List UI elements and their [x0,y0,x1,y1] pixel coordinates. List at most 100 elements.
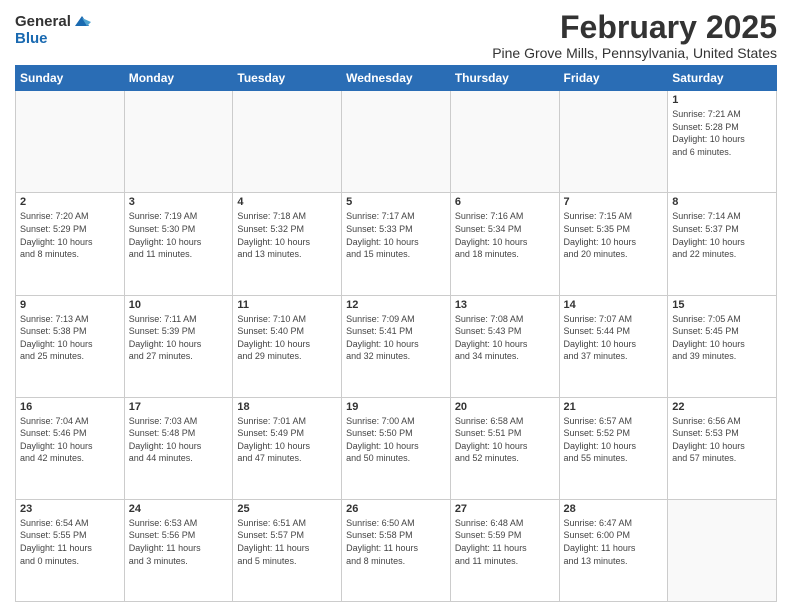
day-info: Sunrise: 6:48 AM Sunset: 5:59 PM Dayligh… [455,517,555,567]
calendar-cell [559,91,668,193]
logo-blue: Blue [15,31,91,48]
calendar-cell: 27 Sunrise: 6:48 AM Sunset: 5:59 PM Dayli… [450,499,559,601]
day-number: 21 [564,401,664,413]
day-info: Sunrise: 6:58 AM Sunset: 5:51 PM Dayligh… [455,415,555,465]
day-info: Sunrise: 7:18 AM Sunset: 5:32 PM Dayligh… [237,210,337,260]
day-info: Sunrise: 6:50 AM Sunset: 5:58 PM Dayligh… [346,517,446,567]
day-number: 9 [20,299,120,311]
calendar-week-row-2: 9 Sunrise: 7:13 AM Sunset: 5:38 PM Daylig… [16,295,777,397]
day-number: 22 [672,401,772,413]
logo-general: General [15,14,71,31]
calendar-cell: 21 Sunrise: 6:57 AM Sunset: 5:52 PM Dayli… [559,397,668,499]
calendar-cell: 14 Sunrise: 7:07 AM Sunset: 5:44 PM Dayli… [559,295,668,397]
calendar-cell: 11 Sunrise: 7:10 AM Sunset: 5:40 PM Dayli… [233,295,342,397]
calendar-week-row-1: 2Sunrise: 7:20 AM Sunset: 5:29 PM Daylig… [16,193,777,295]
day-number: 27 [455,503,555,515]
calendar-cell: 3 Sunrise: 7:19 AM Sunset: 5:30 PM Daylig… [124,193,233,295]
calendar-cell [124,91,233,193]
day-number: 11 [237,299,337,311]
logo: General Blue [15,14,91,47]
day-info: Sunrise: 7:05 AM Sunset: 5:45 PM Dayligh… [672,313,772,363]
calendar-cell: 10 Sunrise: 7:11 AM Sunset: 5:39 PM Dayli… [124,295,233,397]
day-number: 10 [129,299,229,311]
header-tuesday: Tuesday [233,66,342,91]
day-number: 25 [237,503,337,515]
day-info: Sunrise: 7:14 AM Sunset: 5:37 PM Dayligh… [672,210,772,260]
calendar-cell [16,91,125,193]
title-month: February 2025 [492,10,777,45]
day-number: 3 [129,196,229,208]
day-info: Sunrise: 7:20 AM Sunset: 5:29 PM Dayligh… [20,210,120,260]
calendar-cell: 16 Sunrise: 7:04 AM Sunset: 5:46 PM Dayli… [16,397,125,499]
day-info: Sunrise: 7:04 AM Sunset: 5:46 PM Dayligh… [20,415,120,465]
calendar-cell: 20 Sunrise: 6:58 AM Sunset: 5:51 PM Dayli… [450,397,559,499]
title-block: February 2025 Pine Grove Mills, Pennsylv… [492,10,777,61]
page: General Blue February 2025 Pine Grove Mi… [0,0,792,612]
day-number: 14 [564,299,664,311]
calendar-cell: 19Sunrise: 7:00 AM Sunset: 5:50 PM Dayli… [342,397,451,499]
day-info: Sunrise: 6:56 AM Sunset: 5:53 PM Dayligh… [672,415,772,465]
day-info: Sunrise: 7:15 AM Sunset: 5:35 PM Dayligh… [564,210,664,260]
calendar-cell [342,91,451,193]
day-info: Sunrise: 7:21 AM Sunset: 5:28 PM Dayligh… [672,108,772,158]
day-number: 20 [455,401,555,413]
calendar-cell: 12 Sunrise: 7:09 AM Sunset: 5:41 PM Dayli… [342,295,451,397]
day-number: 23 [20,503,120,515]
day-info: Sunrise: 7:16 AM Sunset: 5:34 PM Dayligh… [455,210,555,260]
day-number: 18 [237,401,337,413]
calendar-cell [450,91,559,193]
calendar-cell: 2Sunrise: 7:20 AM Sunset: 5:29 PM Daylig… [16,193,125,295]
calendar-cell: 9 Sunrise: 7:13 AM Sunset: 5:38 PM Daylig… [16,295,125,397]
calendar-cell: 17 Sunrise: 7:03 AM Sunset: 5:48 PM Dayli… [124,397,233,499]
calendar-cell: 18 Sunrise: 7:01 AM Sunset: 5:49 PM Dayli… [233,397,342,499]
calendar-cell: 23 Sunrise: 6:54 AM Sunset: 5:55 PM Dayli… [16,499,125,601]
day-info: Sunrise: 7:10 AM Sunset: 5:40 PM Dayligh… [237,313,337,363]
header-saturday: Saturday [668,66,777,91]
day-number: 17 [129,401,229,413]
day-info: Sunrise: 6:53 AM Sunset: 5:56 PM Dayligh… [129,517,229,567]
header-sunday: Sunday [16,66,125,91]
calendar-cell: 24 Sunrise: 6:53 AM Sunset: 5:56 PM Dayli… [124,499,233,601]
calendar-cell: 4 Sunrise: 7:18 AM Sunset: 5:32 PM Daylig… [233,193,342,295]
title-location: Pine Grove Mills, Pennsylvania, United S… [492,45,777,61]
header-friday: Friday [559,66,668,91]
logo-icon [73,14,91,28]
calendar-cell: 26 Sunrise: 6:50 AM Sunset: 5:58 PM Dayli… [342,499,451,601]
day-info: Sunrise: 7:00 AM Sunset: 5:50 PM Dayligh… [346,415,446,465]
calendar-header-row: Sunday Monday Tuesday Wednesday Thursday… [16,66,777,91]
day-number: 26 [346,503,446,515]
day-number: 13 [455,299,555,311]
day-info: Sunrise: 7:07 AM Sunset: 5:44 PM Dayligh… [564,313,664,363]
calendar-week-row-4: 23 Sunrise: 6:54 AM Sunset: 5:55 PM Dayli… [16,499,777,601]
day-number: 16 [20,401,120,413]
day-number: 1 [672,94,772,106]
calendar-cell: 28Sunrise: 6:47 AM Sunset: 6:00 PM Dayli… [559,499,668,601]
header-monday: Monday [124,66,233,91]
calendar-table: Sunday Monday Tuesday Wednesday Thursday… [15,65,777,602]
calendar-week-row-3: 16 Sunrise: 7:04 AM Sunset: 5:46 PM Dayli… [16,397,777,499]
day-info: Sunrise: 7:17 AM Sunset: 5:33 PM Dayligh… [346,210,446,260]
calendar-cell: 13 Sunrise: 7:08 AM Sunset: 5:43 PM Dayli… [450,295,559,397]
day-info: Sunrise: 7:03 AM Sunset: 5:48 PM Dayligh… [129,415,229,465]
day-number: 15 [672,299,772,311]
day-number: 4 [237,196,337,208]
day-info: Sunrise: 7:08 AM Sunset: 5:43 PM Dayligh… [455,313,555,363]
day-number: 6 [455,196,555,208]
day-info: Sunrise: 7:19 AM Sunset: 5:30 PM Dayligh… [129,210,229,260]
day-info: Sunrise: 6:57 AM Sunset: 5:52 PM Dayligh… [564,415,664,465]
day-info: Sunrise: 7:11 AM Sunset: 5:39 PM Dayligh… [129,313,229,363]
day-number: 7 [564,196,664,208]
calendar-cell: 8 Sunrise: 7:14 AM Sunset: 5:37 PM Daylig… [668,193,777,295]
day-number: 8 [672,196,772,208]
day-info: Sunrise: 7:01 AM Sunset: 5:49 PM Dayligh… [237,415,337,465]
day-number: 12 [346,299,446,311]
day-info: Sunrise: 6:54 AM Sunset: 5:55 PM Dayligh… [20,517,120,567]
header-wednesday: Wednesday [342,66,451,91]
day-number: 5 [346,196,446,208]
day-info: Sunrise: 7:09 AM Sunset: 5:41 PM Dayligh… [346,313,446,363]
day-info: Sunrise: 7:13 AM Sunset: 5:38 PM Dayligh… [20,313,120,363]
day-number: 24 [129,503,229,515]
calendar-cell: 1 Sunrise: 7:21 AM Sunset: 5:28 PM Daylig… [668,91,777,193]
calendar-cell: 7 Sunrise: 7:15 AM Sunset: 5:35 PM Daylig… [559,193,668,295]
day-info: Sunrise: 6:47 AM Sunset: 6:00 PM Dayligh… [564,517,664,567]
